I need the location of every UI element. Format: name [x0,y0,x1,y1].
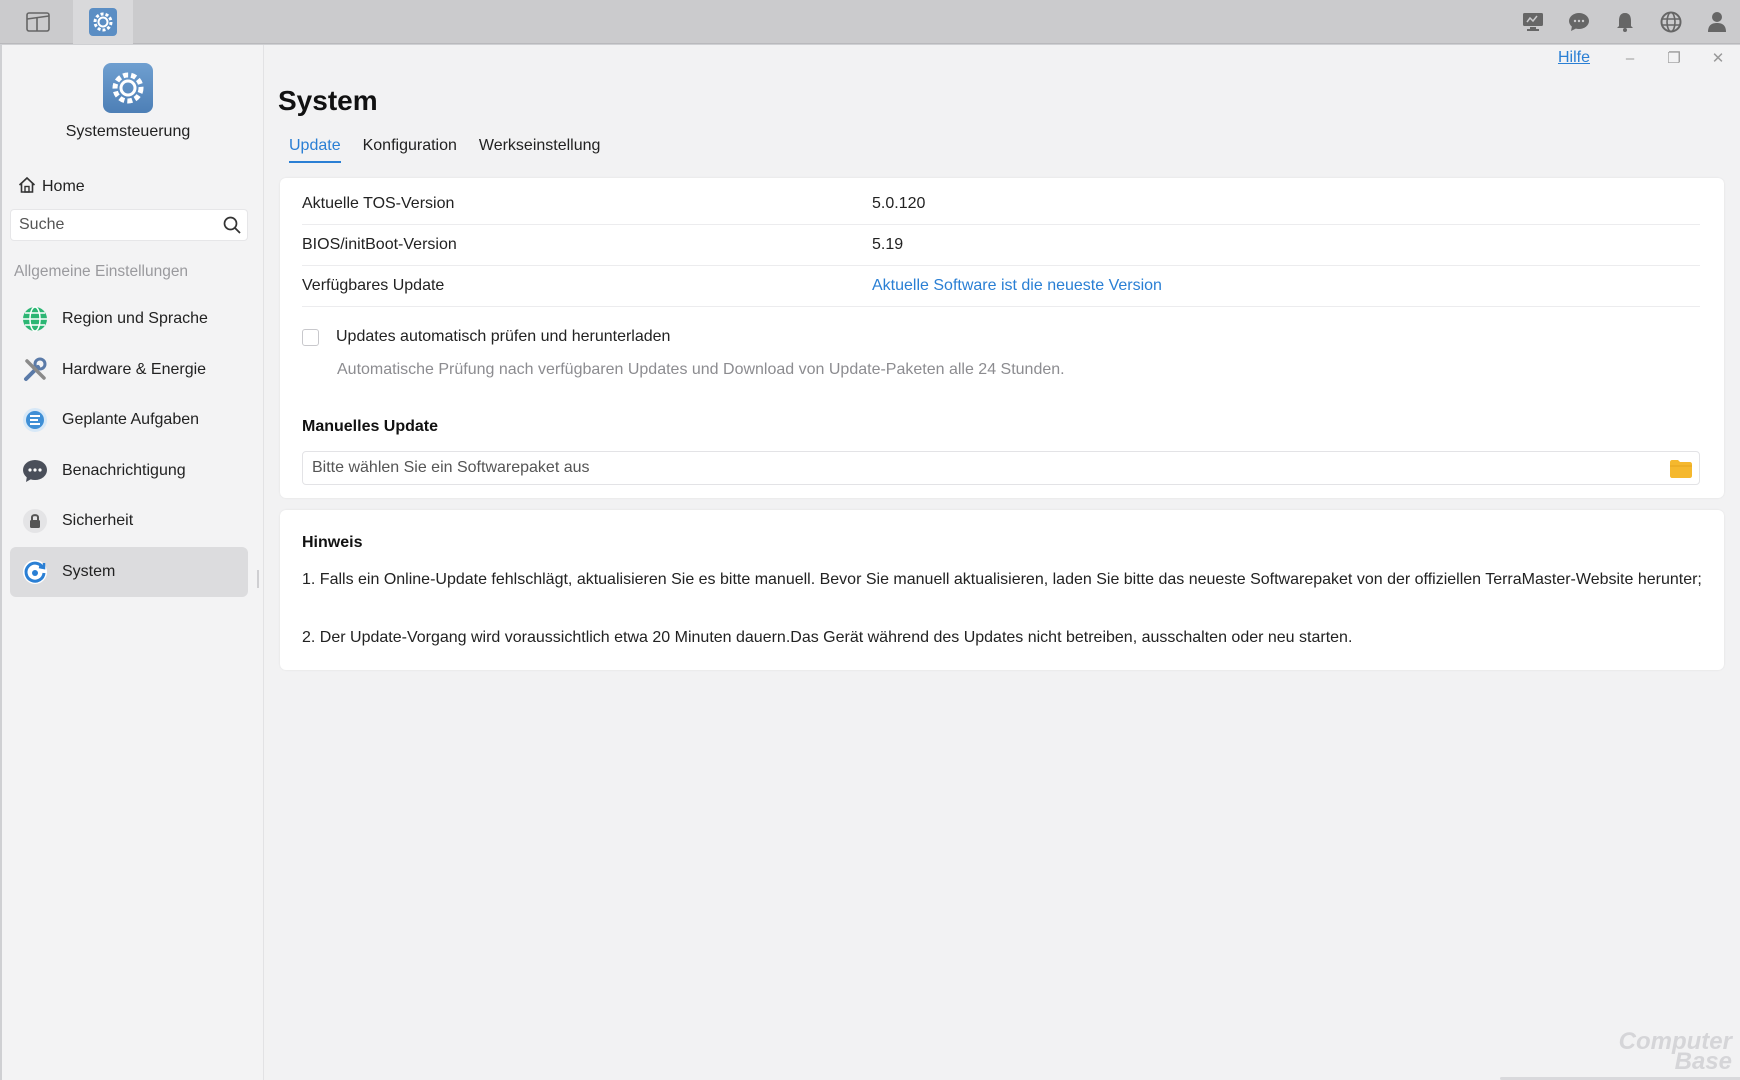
info-label: BIOS/initBoot-Version [302,236,457,253]
sidebar-item-notification[interactable]: Benachrichtigung [10,446,248,496]
manual-update-title: Manuelles Update [302,418,439,435]
sidebar-item-label: Hardware & Energie [62,360,207,378]
sidebar-nav: Region und Sprache Hardware & Energie Ge… [10,294,248,597]
control-panel-window: Systemsteuerung Home Allgemeine Einstell… [2,45,1740,1080]
watermark-logo: Computer Base [1618,1028,1732,1075]
restore-icon[interactable]: ❐ [1652,45,1696,71]
note-item: 1. Falls ein Online-Update fehlschlägt, … [302,571,1702,588]
sidebar-resize-handle[interactable] [257,570,259,588]
info-label: Verfügbares Update [302,277,445,294]
home-link[interactable]: Home [18,172,85,202]
note-card: Hinweis 1. Falls ein Online-Update fehls… [280,510,1724,670]
tasks-icon [22,407,48,433]
settings-icon[interactable] [73,0,133,44]
app-name: Systemsteuerung [65,123,191,140]
bell-icon[interactable] [1602,0,1648,44]
update-status-link[interactable]: Aktuelle Software ist die neueste Versio… [872,277,1162,295]
tab-configuration[interactable]: Konfiguration [352,137,468,167]
tools-icon [22,357,48,383]
monitor-icon[interactable] [1510,0,1556,44]
tab-bar: Update Konfiguration Werkseinstellung [278,137,611,167]
minimize-icon[interactable]: – [1608,45,1652,71]
sidebar: Systemsteuerung Home Allgemeine Einstell… [2,45,264,1080]
globe-icon [22,306,48,332]
page-title: System [278,85,378,116]
app-logo-gear-icon [103,63,153,113]
tab-factory-reset[interactable]: Werkseinstellung [468,137,612,167]
sidebar-item-security[interactable]: Sicherheit [10,496,248,546]
close-icon[interactable]: ✕ [1696,45,1740,71]
note-title: Hinweis [302,534,363,551]
lock-icon [22,508,48,534]
taskbar [0,0,1740,44]
info-value: 5.0.120 [872,195,926,212]
auto-update-checkbox[interactable] [302,328,319,346]
search-icon[interactable] [223,216,241,239]
sidebar-item-label: Region und Sprache [62,310,208,327]
home-label: Home [42,178,85,195]
user-icon[interactable] [1694,0,1740,44]
sidebar-item-region[interactable]: Region und Sprache [10,294,248,344]
info-row-bios-version: BIOS/initBoot-Version 5.19 [302,225,1700,266]
file-picker [302,451,1700,485]
info-label: Aktuelle TOS-Version [302,195,455,212]
auto-update-row: Updates automatisch prüfen und herunterl… [302,328,670,346]
sidebar-item-tasks[interactable]: Geplante Aufgaben [10,395,248,445]
sidebar-item-label: System [62,562,116,580]
sidebar-item-hardware[interactable]: Hardware & Energie [10,345,248,395]
info-value: 5.19 [872,236,904,253]
sidebar-item-label: Benachrichtigung [62,461,186,479]
auto-update-label[interactable]: Updates automatisch prüfen und herunterl… [336,328,670,346]
update-card: Aktuelle TOS-Version 5.0.120 BIOS/initBo… [280,178,1724,498]
system-icon [22,559,48,585]
globe-icon[interactable] [1648,0,1694,44]
sidebar-item-system[interactable]: System [10,546,248,597]
window-icon[interactable] [8,0,68,44]
sidebar-search [10,209,248,241]
note-item: 2. Der Update-Vorgang wird voraussichtli… [302,629,1353,646]
main-content: System Update Konfiguration Werkseinstel… [264,45,1740,1080]
sidebar-item-label: Sicherheit [62,512,134,529]
info-row-tos-version: Aktuelle TOS-Version 5.0.120 [302,184,1700,225]
help-link[interactable]: Hilfe [1558,49,1590,67]
folder-icon[interactable] [1669,459,1693,484]
section-label: Allgemeine Einstellungen [14,263,189,280]
info-row-available-update: Verfügbares Update Aktuelle Software ist… [302,266,1700,307]
message-icon [22,458,48,484]
chat-icon[interactable] [1556,0,1602,44]
tab-update[interactable]: Update [278,137,352,167]
window-controls: Hilfe – ❐ ✕ [1558,45,1740,71]
sidebar-item-label: Geplante Aufgaben [62,411,200,428]
home-icon [18,176,36,199]
file-path-input[interactable] [303,459,1643,477]
auto-update-description: Automatische Prüfung nach verfügbaren Up… [337,361,1065,378]
search-input[interactable] [11,216,211,234]
